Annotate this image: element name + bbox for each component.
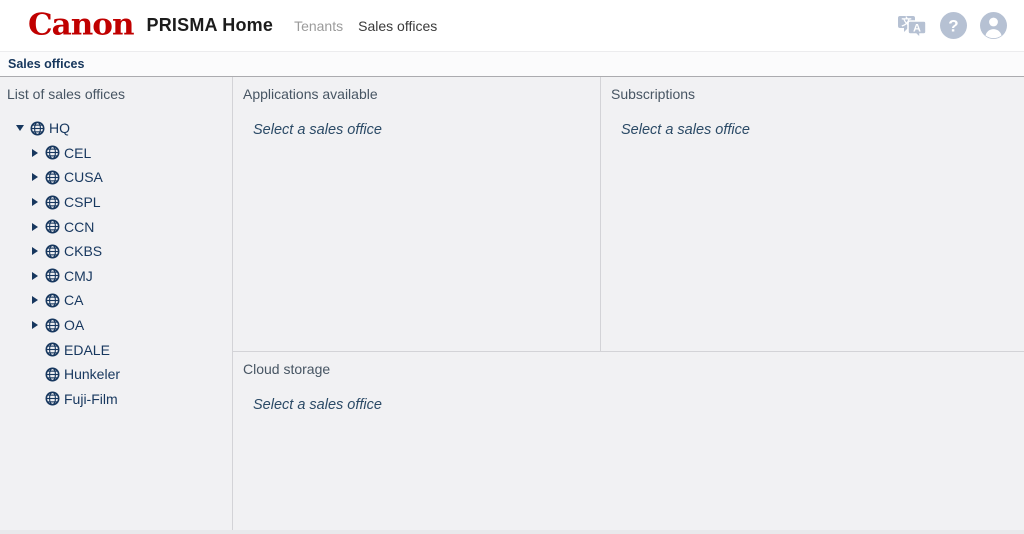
tree-item-label: CA: [64, 292, 83, 308]
detail-panels: Applications available Select a sales of…: [233, 77, 1024, 533]
applications-placeholder: Select a sales office: [253, 122, 590, 138]
tree-item-label: CKBS: [64, 243, 102, 259]
expand-arrow-icon[interactable]: [31, 148, 40, 158]
nav-sales-offices[interactable]: Sales offices: [358, 18, 437, 34]
sidebar-title: List of sales offices: [0, 86, 232, 102]
app-title: PRISMA Home: [147, 15, 274, 36]
tree-item-oa[interactable]: OA: [0, 313, 232, 338]
expand-arrow-icon[interactable]: [31, 320, 40, 330]
applications-panel: Applications available Select a sales of…: [233, 77, 601, 351]
tree-item-cspl[interactable]: CSPL: [0, 190, 232, 215]
tree-item-label: OA: [64, 317, 84, 333]
tree-item-label: EDALE: [64, 342, 110, 358]
globe-icon: [45, 342, 60, 357]
help-icon[interactable]: ?: [939, 11, 968, 40]
svg-text:?: ?: [948, 17, 958, 36]
globe-icon: [30, 121, 45, 136]
canon-logo: Canon: [28, 11, 134, 40]
tree-item-ccn[interactable]: CCN: [0, 214, 232, 239]
content-area: List of sales offices HQ CEL CUSA CSPL C…: [0, 77, 1024, 533]
translate-icon[interactable]: 文 A: [897, 12, 928, 40]
arrow-spacer: [31, 345, 40, 355]
expand-arrow-icon[interactable]: [31, 295, 40, 305]
globe-icon: [45, 219, 60, 234]
page-title: Sales offices: [8, 57, 84, 71]
expand-arrow-icon[interactable]: [31, 246, 40, 256]
header-icons: 文 A ?: [897, 11, 1008, 40]
app-header: Canon PRISMA Home Tenants Sales offices …: [0, 0, 1024, 52]
globe-icon: [45, 293, 60, 308]
globe-icon: [45, 145, 60, 160]
globe-icon: [45, 318, 60, 333]
tree-item-cel[interactable]: CEL: [0, 141, 232, 166]
tree-item-label: CCN: [64, 219, 94, 235]
tree-item-ckbs[interactable]: CKBS: [0, 239, 232, 264]
cloud-storage-panel: Cloud storage Select a sales office: [233, 352, 1024, 533]
expand-arrow-icon[interactable]: [31, 197, 40, 207]
cloud-storage-placeholder: Select a sales office: [253, 397, 1014, 413]
tree-item-ca[interactable]: CA: [0, 288, 232, 313]
tree-item-fuji-film[interactable]: Fuji-Film: [0, 387, 232, 412]
tree-item-label: HQ: [49, 120, 70, 136]
globe-icon: [45, 170, 60, 185]
svg-text:A: A: [913, 22, 921, 34]
subscriptions-panel-title: Subscriptions: [611, 86, 1014, 102]
arrow-spacer: [31, 369, 40, 379]
globe-icon: [45, 391, 60, 406]
tree-item-label: CUSA: [64, 169, 103, 185]
tree-item-hunkeler[interactable]: Hunkeler: [0, 362, 232, 387]
arrow-spacer: [31, 394, 40, 404]
globe-icon: [45, 268, 60, 283]
tree-item-cmj[interactable]: CMJ: [0, 264, 232, 289]
top-panel-row: Applications available Select a sales of…: [233, 77, 1024, 352]
sales-office-tree: HQ CEL CUSA CSPL CCN CKBS CMJ: [0, 116, 232, 411]
collapse-arrow-icon[interactable]: [16, 123, 25, 133]
globe-icon: [45, 244, 60, 259]
expand-arrow-icon[interactable]: [31, 222, 40, 232]
globe-icon: [45, 195, 60, 210]
tree-item-label: Hunkeler: [64, 366, 120, 382]
tree-item-label: CEL: [64, 145, 91, 161]
applications-panel-title: Applications available: [243, 86, 590, 102]
nav-tenants[interactable]: Tenants: [294, 18, 343, 34]
sales-offices-sidebar: List of sales offices HQ CEL CUSA CSPL C…: [0, 77, 233, 533]
subscriptions-panel: Subscriptions Select a sales office: [601, 77, 1024, 351]
cloud-storage-panel-title: Cloud storage: [243, 361, 1014, 377]
expand-arrow-icon[interactable]: [31, 172, 40, 182]
tree-item-cusa[interactable]: CUSA: [0, 165, 232, 190]
globe-icon: [45, 367, 60, 382]
tree-item-edale[interactable]: EDALE: [0, 337, 232, 362]
tree-item-label: Fuji-Film: [64, 391, 118, 407]
window-bottom-edge: [0, 530, 1024, 534]
tree-item-label: CSPL: [64, 194, 101, 210]
breadcrumb-bar: Sales offices: [0, 52, 1024, 77]
user-icon[interactable]: [979, 11, 1008, 40]
tree-item-label: CMJ: [64, 268, 93, 284]
expand-arrow-icon[interactable]: [31, 271, 40, 281]
subscriptions-placeholder: Select a sales office: [621, 122, 1014, 138]
top-nav: Tenants Sales offices: [294, 18, 437, 34]
tree-item-hq[interactable]: HQ: [0, 116, 232, 141]
